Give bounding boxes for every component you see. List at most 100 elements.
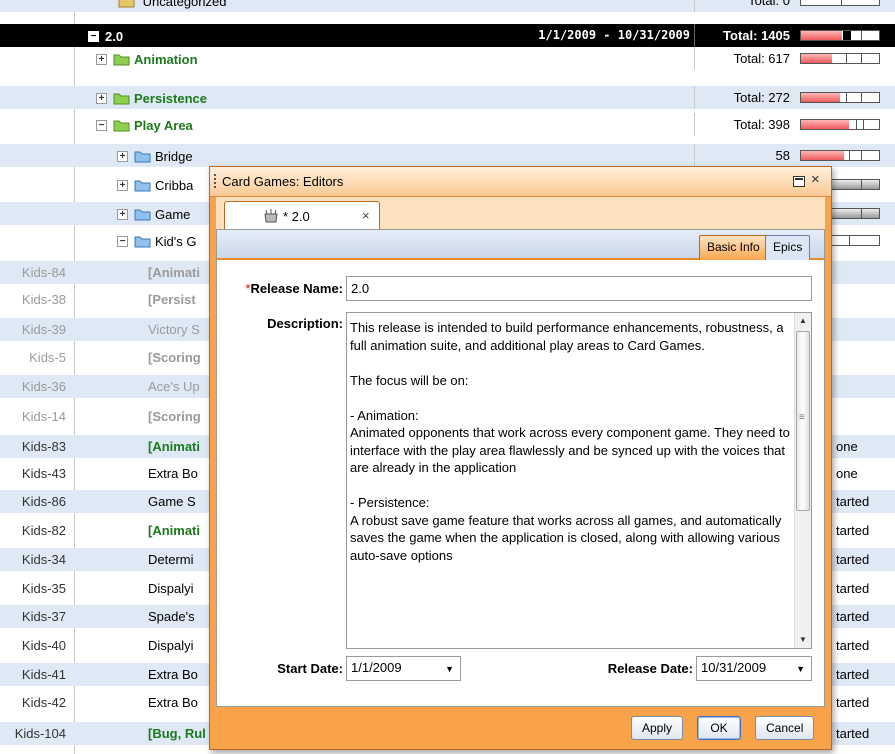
item-id: Kids-5 [29,350,66,365]
item-id: Kids-41 [21,667,66,682]
dialog-button-bar: Apply OK Cancel [216,712,825,744]
item-status: tarted [836,609,870,624]
item-id: Kids-83 [21,439,66,454]
folder-icon [134,151,151,163]
folder-open-icon [134,236,151,248]
uncategorized-progress-bar [800,0,880,6]
tree-row-play-area[interactable]: − Play Area Total: 398 [0,113,895,136]
expand-icon[interactable]: + [117,180,128,192]
item-name: Game S [148,494,196,509]
tree-row-animation[interactable]: + Animation Total: 617 [0,47,895,70]
description-textarea[interactable]: This release is intended to build perfor… [346,312,812,649]
tree-row-release-2-0[interactable]: −2.0 1/1/2009 - 10/31/2009 Total: 1405 [0,24,895,47]
item-id: Kids-39 [21,322,66,337]
item-status: tarted [836,494,870,509]
chevron-down-icon[interactable]: ▼ [796,661,805,677]
item-name: [Animati [148,265,200,280]
release-name-input[interactable] [346,276,812,301]
scrollbar-thumb[interactable] [796,331,810,511]
item-status: tarted [836,552,870,567]
close-icon[interactable]: × [811,171,820,188]
collapse-icon[interactable]: − [88,31,99,43]
item-id: Kids-40 [21,638,66,653]
tree-row-persistence[interactable]: + Persistence Total: 272 [0,86,895,109]
folder-icon [134,209,151,221]
tab-label: * 2.0 [283,209,310,224]
release-date-picker[interactable]: 10/31/2009 ▼ [696,656,812,681]
item-id: Kids-35 [21,581,66,596]
tab-release-2-0[interactable]: * 2.0 × [224,201,380,231]
item-status: one [836,439,858,454]
expand-icon[interactable]: + [96,54,107,66]
folder-open-icon [113,120,130,132]
item-status: tarted [836,726,870,741]
uncategorized-label: Uncategorized [142,0,227,10]
release-name-label: *Release Name: [245,281,343,296]
tab-basic-info[interactable]: Basic Info [699,235,768,260]
release-date-label: Release Date: [607,661,693,676]
folder-icon [134,180,151,192]
description-scrollbar[interactable]: ▲ ▼ [794,313,811,648]
tab-epics[interactable]: Epics [765,235,811,260]
subgroup-label: Kid's G [155,234,197,250]
dialog-title: Card Games: Editors [222,174,344,189]
release-editor-panel: Basic Info Epics *Release Name: Descript… [216,229,825,707]
release-total: Total: 1405 [694,24,794,47]
start-date-label: Start Date: [277,661,343,676]
group-total: Total: 272 [694,86,794,109]
folder-icon [113,93,130,105]
tab-close-icon[interactable]: × [362,208,370,223]
dialog-title-bar[interactable]: Card Games: Editors × [210,167,831,197]
group-label: Animation [134,52,198,68]
chevron-down-icon[interactable]: ▼ [445,661,454,677]
release-progress-bar [800,30,880,41]
drag-grip-icon[interactable] [214,174,217,188]
item-status: tarted [836,695,870,710]
item-name: Dispalyi [148,581,194,596]
item-id: Kids-38 [21,292,66,307]
cancel-button[interactable]: Cancel [755,716,815,740]
uncategorized-total: Total: 0 [694,0,794,12]
item-id: Kids-14 [21,409,66,424]
item-name: [Scoring [148,409,201,424]
item-name: Victory S [148,322,200,337]
collapse-icon[interactable]: − [117,236,128,248]
expand-icon[interactable]: + [96,93,107,105]
item-id: Kids-82 [21,523,66,538]
backlog-bag-icon [264,209,278,223]
maximize-icon[interactable] [793,176,805,187]
item-name: Extra Bo [148,667,198,682]
description-label: Description: [267,316,343,331]
subgroup-label: Cribba [155,178,194,194]
item-name: [Persist [148,292,196,307]
item-id: Kids-86 [21,494,66,509]
expand-icon[interactable]: + [117,151,128,163]
tree-row-bridge[interactable]: + Bridge 58 [0,144,895,167]
item-status: tarted [836,638,870,653]
subgroup-total: 58 [694,144,794,167]
scroll-up-icon[interactable]: ▲ [795,313,811,329]
collapse-icon[interactable]: − [96,120,107,132]
item-name: Determi [148,552,194,567]
group-progress-bar [800,119,880,130]
group-progress-bar [800,92,880,103]
item-id: Kids-43 [21,466,66,481]
item-name: Spade's [148,609,195,624]
group-total: Total: 398 [694,113,794,136]
folder-icon [113,54,130,66]
expand-icon[interactable]: + [117,209,128,221]
ok-button[interactable]: OK [697,716,741,740]
item-id: Kids-37 [21,609,66,624]
item-id: Kids-34 [21,552,66,567]
item-id: Kids-36 [21,379,66,394]
item-name: Extra Bo [148,695,198,710]
item-name: [Bug, Rul [148,726,206,741]
subgroup-label: Bridge [155,149,193,165]
item-status: tarted [836,667,870,682]
start-date-picker[interactable]: 1/1/2009 ▼ [346,656,461,681]
folder-icon [118,0,135,8]
scroll-down-icon[interactable]: ▼ [795,632,811,648]
apply-button[interactable]: Apply [631,716,684,740]
start-date-value: 1/1/2009 [351,660,402,675]
tree-row-uncategorized[interactable]: Uncategorized Total: 0 [0,0,895,12]
